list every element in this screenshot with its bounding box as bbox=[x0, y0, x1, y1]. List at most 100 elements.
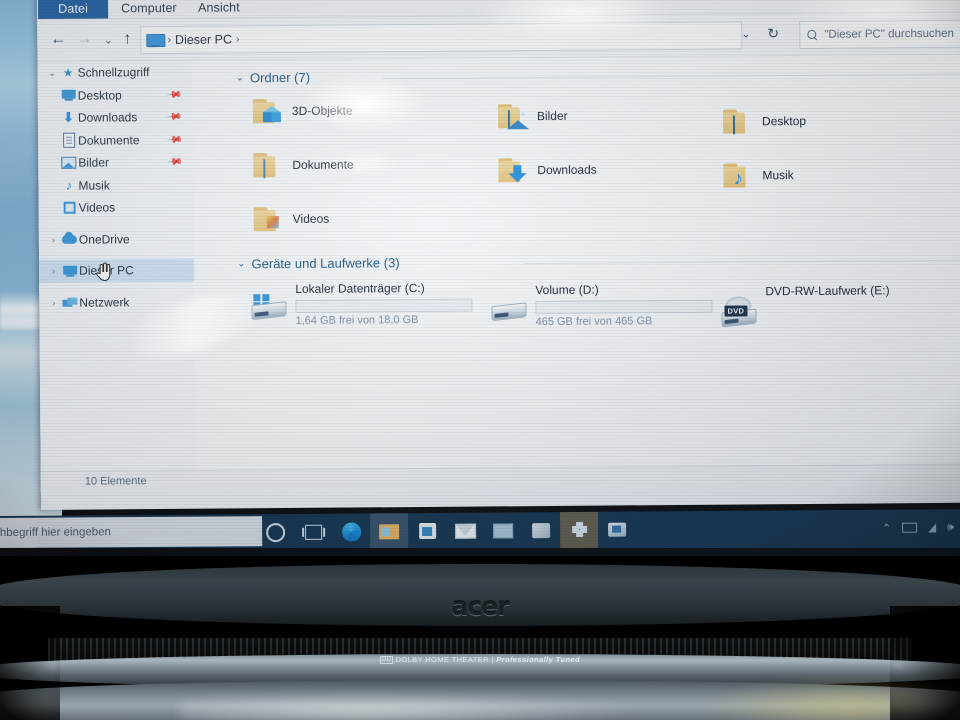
back-arrow-icon[interactable]: ← bbox=[47, 29, 69, 51]
download-icon: ⬇ bbox=[62, 109, 74, 126]
search-box[interactable]: "Dieser PC" durchsuchen bbox=[799, 19, 960, 50]
taskbar-search-input[interactable]: chbegriff hier eingeben bbox=[0, 526, 111, 539]
sidebar-item-dokumente[interactable]: Dokumente 📌 bbox=[38, 128, 193, 152]
group-divider-2 bbox=[524, 259, 960, 265]
folder-icon bbox=[497, 103, 530, 130]
cloud-icon bbox=[60, 234, 79, 245]
keyboard-icon[interactable] bbox=[902, 522, 918, 533]
sidebar-item-videos[interactable]: Videos bbox=[39, 196, 194, 220]
folder-item-bilder[interactable]: Bilder bbox=[497, 103, 568, 130]
taskbar-search-box[interactable]: chbegriff hier eingeben bbox=[0, 516, 263, 549]
group-header-geraete[interactable]: ⌄ Geräte und Laufwerke (3) bbox=[237, 255, 400, 271]
music-icon: ♪ bbox=[65, 177, 73, 194]
photo-of-laptop-screen: Datei Computer Ansicht ← → ⌄ ↑ › Dieser … bbox=[0, 0, 960, 720]
sidebar-item-onedrive[interactable]: › OneDrive bbox=[39, 227, 194, 251]
cortana-icon[interactable] bbox=[256, 514, 294, 550]
sidebar-item-schnellzugriff[interactable]: ⌄ ★ Schnellzugriff bbox=[38, 61, 193, 85]
drive-capacity-label: 465 GB frei von 465 GB bbox=[535, 315, 653, 329]
hard-drive-icon bbox=[489, 295, 527, 322]
search-input[interactable]: "Dieser PC" durchsuchen bbox=[824, 28, 954, 41]
chevron-right-icon[interactable]: › bbox=[47, 266, 60, 276]
tab-computer[interactable]: Computer bbox=[112, 0, 186, 18]
tab-ansicht[interactable]: Ansicht bbox=[189, 0, 249, 18]
folder-item-musik[interactable]: ♪ Musik bbox=[723, 162, 794, 190]
printer-3d-icon[interactable] bbox=[522, 512, 560, 548]
wifi-icon[interactable] bbox=[928, 522, 937, 533]
taskbar-icon-strip bbox=[256, 511, 636, 551]
photos-icon[interactable] bbox=[484, 512, 522, 548]
security-shield-icon[interactable] bbox=[559, 511, 599, 549]
system-tray: ⌃ 🕪 bbox=[882, 509, 954, 546]
file-explorer-window: Datei Computer Ansicht ← → ⌄ ↑ › Dieser … bbox=[37, 0, 960, 510]
chevron-up-icon[interactable]: ⌃ bbox=[882, 521, 891, 534]
sidebar-item-desktop[interactable]: Desktop 📌 bbox=[38, 83, 193, 107]
laptop-chassis: acer DD DOLBY HOME THEATER | Professional… bbox=[0, 556, 960, 720]
chevron-down-icon[interactable]: ⌄ bbox=[237, 258, 245, 269]
folder-icon bbox=[253, 152, 284, 179]
chevron-right-icon[interactable]: › bbox=[47, 298, 60, 308]
drive-item-e[interactable]: DVD DVD-RW-Laufwerk (E:) bbox=[719, 283, 939, 335]
folder-item-downloads[interactable]: Downloads bbox=[498, 157, 597, 184]
photo-frame: Datei Computer Ansicht ← → ⌄ ↑ › Dieser … bbox=[0, 0, 960, 720]
drive-item-c[interactable]: Lokaler Datenträger (C:) 1,64 GB frei vo… bbox=[249, 281, 479, 333]
mail-icon[interactable] bbox=[446, 513, 484, 549]
microsoft-store-icon[interactable] bbox=[408, 513, 446, 549]
folder-item-dokumente[interactable]: Dokumente bbox=[253, 152, 354, 179]
chassis-shadow-left bbox=[0, 606, 60, 720]
pin-icon[interactable]: 📌 bbox=[166, 132, 183, 148]
acer-brand-logo: acer bbox=[451, 592, 510, 621]
drive-name-label: DVD-RW-Laufwerk (E:) bbox=[765, 283, 890, 299]
monitor-icon bbox=[59, 89, 78, 102]
status-item-count: 10 Elemente bbox=[84, 475, 147, 488]
sidebar-item-netzwerk[interactable]: › Netzwerk bbox=[39, 290, 194, 314]
search-icon bbox=[807, 29, 818, 40]
folder-item-desktop[interactable]: Desktop bbox=[722, 108, 806, 135]
folder-item-videos[interactable]: Videos bbox=[253, 206, 330, 233]
chevron-down-icon[interactable]: ⌄ bbox=[236, 72, 244, 83]
tab-datei[interactable]: Datei bbox=[37, 0, 109, 19]
breadcrumb-separator-2[interactable]: › bbox=[236, 33, 240, 45]
sidebar-item-bilder[interactable]: Bilder 📌 bbox=[38, 151, 193, 175]
volume-icon[interactable]: 🕪 bbox=[947, 521, 954, 534]
hand-pointer-cursor bbox=[96, 262, 111, 281]
scanner-app-icon[interactable] bbox=[598, 512, 636, 548]
sidebar-item-label: OneDrive bbox=[78, 232, 130, 247]
items-view[interactable]: ⌄ Ordner (7) 3D-Objekte Dokumente Videos… bbox=[192, 54, 960, 491]
window-body: ⌄ ★ Schnellzugriff Desktop 📌 ⬇ Downloads bbox=[37, 54, 960, 492]
folder-item-label: Downloads bbox=[537, 162, 597, 178]
music-icon: ♪ bbox=[733, 168, 744, 190]
edge-browser-icon[interactable] bbox=[332, 513, 370, 549]
group-header-label: Ordner (7) bbox=[249, 69, 311, 86]
task-view-icon[interactable] bbox=[294, 514, 332, 550]
sidebar-item-label: Desktop bbox=[77, 88, 122, 103]
chevron-down-icon[interactable]: ⌄ bbox=[46, 68, 59, 79]
folder-icon bbox=[498, 157, 529, 183]
folder-item-3d-objekte[interactable]: 3D-Objekte bbox=[252, 98, 353, 125]
chevron-right-icon[interactable]: › bbox=[47, 235, 60, 245]
pin-icon[interactable]: 📌 bbox=[166, 154, 183, 170]
sidebar-item-musik[interactable]: ♪ Musik bbox=[38, 173, 193, 197]
dolby-tuned-text: Professionally Tuned bbox=[496, 655, 580, 664]
address-bar[interactable]: › Dieser PC › bbox=[140, 21, 743, 55]
breadcrumb[interactable]: Dieser PC bbox=[175, 32, 232, 46]
pin-icon[interactable]: 📌 bbox=[165, 87, 182, 103]
forward-arrow-icon[interactable]: → bbox=[73, 29, 95, 51]
file-explorer-icon[interactable] bbox=[369, 513, 409, 550]
drive-capacity-bar bbox=[535, 299, 713, 315]
sidebar-item-label: Downloads bbox=[77, 110, 138, 125]
drive-item-d[interactable]: Volume (D:) 465 GB frei von 465 GB bbox=[489, 282, 719, 334]
sidebar-item-label: Videos bbox=[78, 200, 116, 215]
group-header-ordner[interactable]: ⌄ Ordner (7) bbox=[236, 70, 310, 86]
network-icon bbox=[60, 297, 79, 307]
folder-item-label: Bilder bbox=[536, 108, 568, 124]
refresh-icon[interactable]: ↻ bbox=[767, 25, 779, 42]
cube-icon bbox=[262, 106, 283, 123]
pin-icon[interactable]: 📌 bbox=[165, 109, 182, 125]
address-dropdown-icon[interactable]: ⌄ bbox=[741, 27, 750, 40]
sidebar-item-label: Musik bbox=[78, 178, 110, 193]
breadcrumb-separator-1: › bbox=[167, 33, 172, 46]
sidebar-item-downloads[interactable]: ⬇ Downloads 📌 bbox=[38, 106, 193, 130]
folder-item-label: Musik bbox=[762, 168, 794, 183]
sidebar-item-dieser-pc[interactable]: › Dieser PC bbox=[39, 258, 195, 283]
up-arrow-icon[interactable]: ↑ bbox=[116, 28, 138, 50]
